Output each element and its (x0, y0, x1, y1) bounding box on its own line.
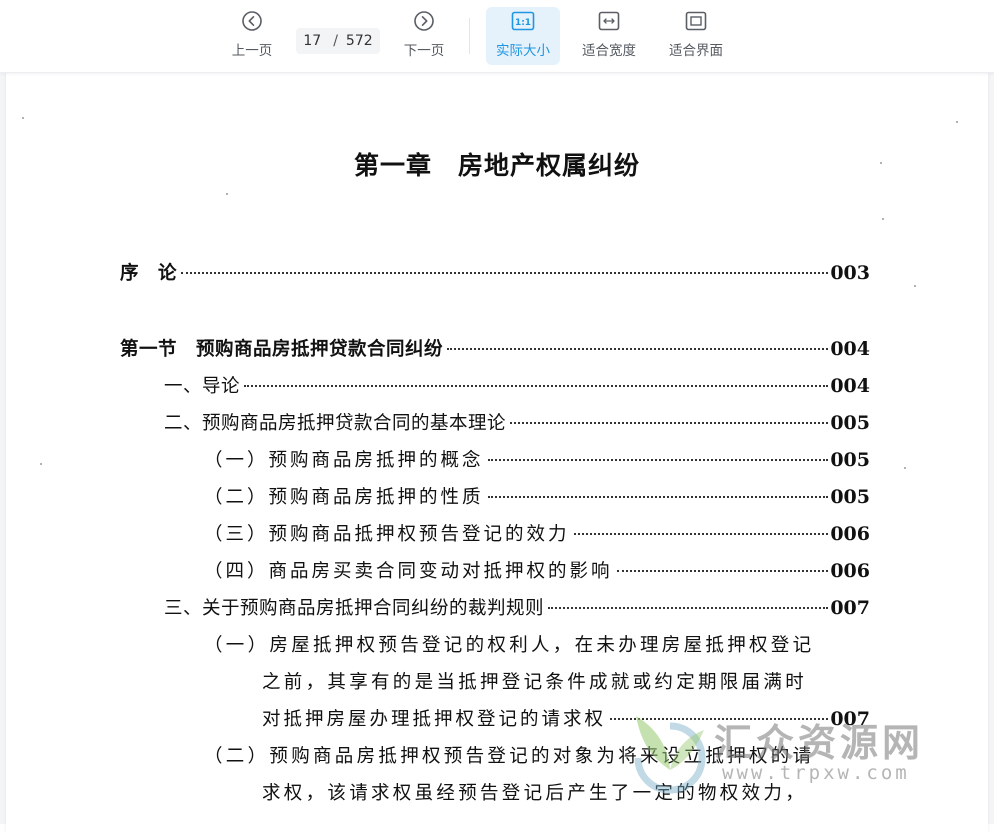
toc-entry-text: 序 论 (120, 263, 178, 284)
toc-entry-1-3-1-line-2[interactable]: 之前，其享有的是当抵押登记条件成就或约定期限届满时 (262, 668, 807, 694)
page-separator: / (333, 33, 338, 49)
document-page: 第一章 房地产权属纠纷 序 论 003 第一节 预购商品房抵押贷款合同纠纷 00… (6, 73, 988, 833)
scan-speck (880, 162, 882, 164)
toc-entry-text: 对抵押房屋办理抵押权登记的请求权 (262, 709, 607, 730)
current-page-input[interactable]: 17 (303, 33, 321, 49)
actual-size-icon-text: 1:1 (515, 18, 531, 28)
dot-leader (616, 570, 829, 572)
toc-entry-1-3-2-line-1[interactable]: （二）预购商品房抵押权预告登记的对象为将来设立抵押权的请 (204, 742, 814, 768)
toc-entry-1-2-2[interactable]: （二）预购商品房抵押的性质 005 (204, 483, 870, 509)
fit-width-label: 适合宽度 (582, 43, 636, 59)
chevron-right-icon (413, 7, 435, 35)
scan-speck (40, 463, 42, 465)
toc-entry-text: 第一节 预购商品房抵押贷款合同纠纷 (120, 339, 444, 360)
toc-entry-text: 三、关于预购商品房抵押合同纠纷的裁判规则 (164, 598, 545, 619)
prev-page-button[interactable]: 上一页 (224, 7, 280, 65)
scan-speck (22, 117, 24, 119)
document-viewer[interactable]: 第一章 房地产权属纠纷 序 论 003 第一节 预购商品房抵押贷款合同纠纷 00… (0, 73, 994, 833)
toc-page-number: 005 (830, 449, 870, 471)
chevron-left-icon (241, 7, 263, 35)
scan-speck (904, 467, 906, 469)
next-page-button[interactable]: 下一页 (396, 7, 452, 65)
fit-width-button[interactable]: 适合宽度 (576, 7, 642, 65)
scan-speck (956, 121, 958, 123)
toc-entry-1-2[interactable]: 二、预购商品房抵押贷款合同的基本理论 005 (164, 409, 870, 435)
fit-page-button[interactable]: 适合界面 (663, 7, 729, 65)
dot-leader (244, 385, 829, 387)
toc-entry-1-3-1-line-1[interactable]: （一）房屋抵押权预告登记的权利人，在未办理房屋抵押权登记 (204, 631, 814, 657)
toc-page-number: 003 (830, 262, 870, 284)
toc-page-number: 007 (830, 708, 870, 730)
toc-entry-text: 二、预购商品房抵押贷款合同的基本理论 (164, 413, 507, 434)
toc-entry-1-2-3[interactable]: （三）预购商品抵押权预告登记的效力 006 (204, 520, 870, 546)
viewer-toolbar: 上一页 17 / 572 下一页 1:1 实际大小 适合宽度 适合界面 (0, 0, 994, 73)
actual-size-label: 实际大小 (496, 43, 550, 59)
scan-speck (882, 218, 884, 220)
next-page-label: 下一页 (403, 43, 445, 59)
fit-page-icon (685, 7, 707, 35)
toc-entry-1-2-1[interactable]: （一）预购商品房抵押的概念 005 (204, 446, 870, 472)
toc-entry-section-1[interactable]: 第一节 预购商品房抵押贷款合同纠纷 004 (120, 335, 870, 361)
toc-entry-1-3-2-line-2[interactable]: 求权，该请求权虽经预告登记后产生了一定的物权效力， (262, 779, 807, 805)
dot-leader (610, 718, 829, 720)
dot-leader (447, 348, 829, 350)
toc-entry-1-2-4[interactable]: （四）商品房买卖合同变动对抵押权的影响 006 (204, 557, 870, 583)
dot-leader (181, 272, 829, 274)
page-indicator[interactable]: 17 / 572 (296, 28, 380, 54)
toc-entry-text: （二）预购商品房抵押的性质 (204, 487, 484, 508)
scan-speck (914, 285, 916, 287)
toc-page-number: 005 (830, 412, 870, 434)
fit-page-label: 适合界面 (669, 43, 723, 59)
chapter-title: 第一章 房地产权属纠纷 (353, 151, 640, 180)
dot-leader (487, 496, 829, 498)
actual-size-icon: 1:1 (511, 7, 535, 35)
total-pages: 572 (345, 33, 373, 49)
toolbar-divider (469, 18, 470, 54)
dot-leader (573, 533, 829, 535)
toc-entry-1-3[interactable]: 三、关于预购商品房抵押合同纠纷的裁判规则 007 (164, 594, 870, 620)
toc-page-number: 006 (830, 523, 870, 545)
toc-page-number: 007 (830, 597, 870, 619)
toc-page-number: 006 (830, 560, 870, 582)
toc-entry-1-3-1-line-3[interactable]: 对抵押房屋办理抵押权登记的请求权 007 (262, 705, 870, 731)
toc-entry-text: 一、导论 (164, 376, 241, 397)
toc-page-number: 005 (830, 486, 870, 508)
toc-entry-text: （三）预购商品抵押权预告登记的效力 (204, 524, 570, 545)
prev-page-label: 上一页 (231, 43, 273, 59)
toc-entry-preface[interactable]: 序 论 003 (120, 259, 870, 285)
dot-leader (510, 422, 829, 424)
actual-size-button[interactable]: 1:1 实际大小 (486, 7, 560, 65)
toc-page-number: 004 (830, 338, 870, 360)
dot-leader (548, 607, 829, 609)
toc-entry-text: （四）商品房买卖合同变动对抵押权的影响 (204, 561, 613, 582)
toc-entry-1-1[interactable]: 一、导论 004 (164, 372, 870, 398)
scan-speck (226, 193, 228, 195)
fit-width-icon (598, 7, 620, 35)
toc-page-number: 004 (830, 375, 870, 397)
toc-entry-text: （一）预购商品房抵押的概念 (204, 450, 484, 471)
dot-leader (487, 459, 829, 461)
